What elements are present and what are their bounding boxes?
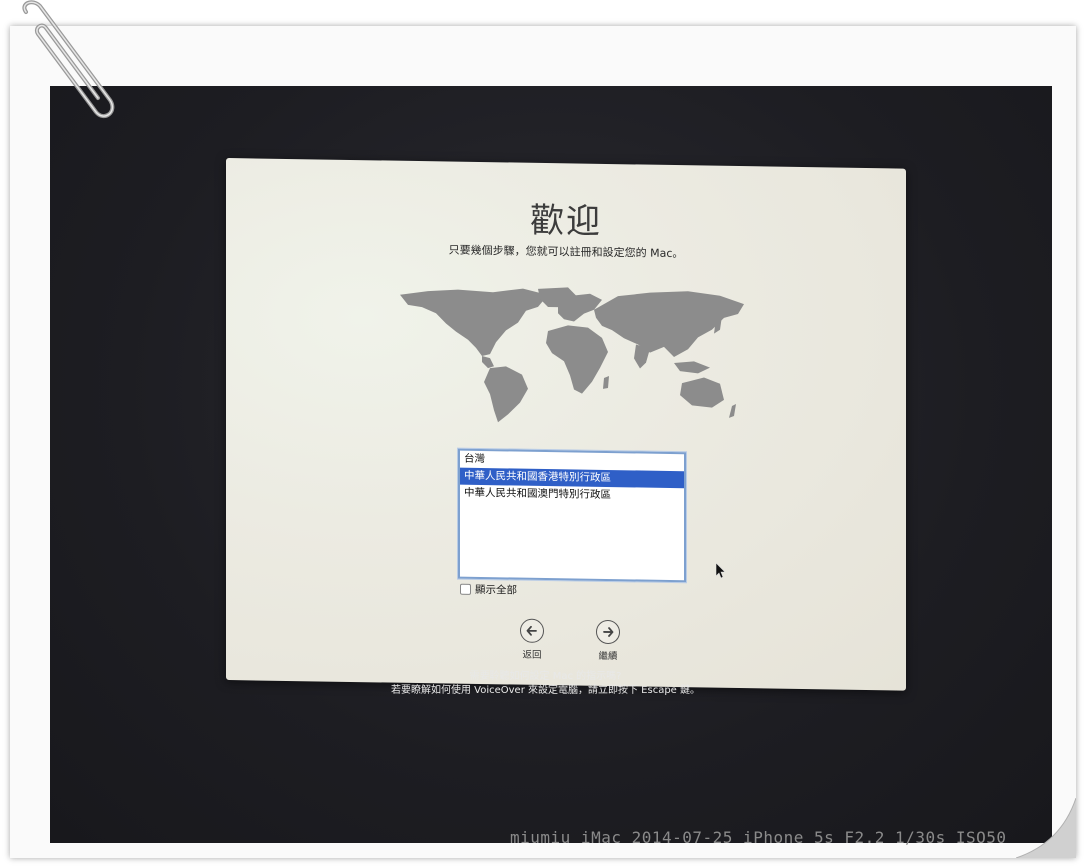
screen: 歡迎 只要幾個步驟，您就可以註冊和設定您的 Mac。 台灣 中華人民共和國香港特… — [50, 86, 1052, 843]
voiceover-hint: 需要聆聽如何設定 Mac 的指示嗎? 若要瞭解如何使用 VoiceOver 來設… — [0, 670, 1091, 698]
world-map-icon — [400, 287, 744, 423]
checkbox-box[interactable] — [460, 583, 471, 595]
voiceover-hint-line2: 若要瞭解如何使用 VoiceOver 來設定電腦，請立即按下 Escape 鍵。 — [390, 685, 701, 696]
photo-caption: miumiu iMac 2014-07-25 iPhone 5s F2.2 1/… — [510, 828, 1007, 847]
continue-button[interactable]: 繼續 — [588, 619, 628, 663]
show-all-label: 顯示全部 — [475, 583, 517, 597]
setup-window: 歡迎 只要幾個步驟，您就可以註冊和設定您的 Mac。 台灣 中華人民共和國香港特… — [226, 158, 906, 691]
mouse-pointer-icon — [716, 563, 726, 579]
region-listbox[interactable]: 台灣 中華人民共和國香港特別行政區 中華人民共和國澳門特別行政區 — [458, 448, 686, 583]
back-label: 返回 — [522, 649, 542, 661]
show-all-checkbox[interactable]: 顯示全部 — [460, 582, 517, 598]
back-button[interactable]: 返回 — [512, 618, 552, 661]
voiceover-hint-line1: 需要聆聽如何設定 Mac 的指示嗎? — [469, 671, 622, 682]
arrow-right-icon[interactable] — [596, 619, 620, 645]
arrow-left-icon[interactable] — [520, 618, 544, 643]
region-option[interactable]: 中華人民共和國澳門特別行政區 — [460, 485, 684, 506]
page-curl-icon — [1016, 798, 1076, 858]
paperclip-icon — [22, 0, 115, 119]
continue-label: 繼續 — [598, 650, 618, 663]
photo-frame: 歡迎 只要幾個步驟，您就可以註冊和設定您的 Mac。 台灣 中華人民共和國香港特… — [10, 26, 1076, 858]
